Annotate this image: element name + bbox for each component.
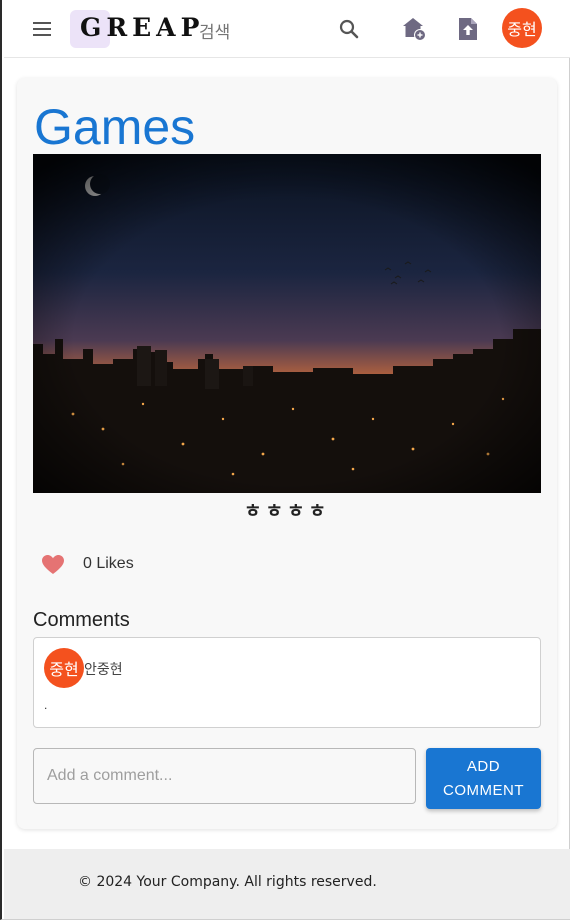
post-title: Games bbox=[34, 99, 196, 155]
footer-copyright: © 2024 Your Company. All rights reserved… bbox=[78, 874, 377, 890]
user-avatar[interactable]: 중현 bbox=[502, 8, 542, 48]
file-upload-icon[interactable] bbox=[457, 16, 479, 47]
logo-text[interactable]: GREAP bbox=[80, 13, 204, 42]
search-label[interactable]: 검색 bbox=[199, 18, 230, 43]
app-window: GREAP 검색 중현 Games ㅎㅎㅎㅎ 0 Likes Comments … bbox=[0, 0, 570, 920]
comment-body: . bbox=[44, 698, 48, 712]
heart-icon[interactable] bbox=[41, 554, 65, 576]
app-bar: GREAP 검색 중현 bbox=[4, 0, 570, 58]
likes-count: 0 Likes bbox=[83, 555, 134, 572]
comment-item: 중현 안중현 . bbox=[33, 637, 541, 728]
add-comment-button[interactable]: ADD COMMENT bbox=[426, 748, 541, 809]
comment-avatar: 중현 bbox=[44, 648, 84, 688]
comment-author: 안중현 bbox=[84, 662, 123, 678]
post-caption: ㅎㅎㅎㅎ bbox=[244, 500, 330, 522]
comment-input[interactable] bbox=[33, 748, 416, 804]
home-add-icon[interactable] bbox=[401, 16, 427, 47]
menu-icon[interactable] bbox=[30, 18, 54, 40]
post-image bbox=[33, 154, 541, 493]
comments-heading: Comments bbox=[33, 609, 130, 631]
footer: © 2024 Your Company. All rights reserved… bbox=[4, 849, 570, 919]
post-card: Games ㅎㅎㅎㅎ 0 Likes Comments 중현 안중현 . Add… bbox=[17, 78, 557, 829]
search-icon[interactable] bbox=[338, 18, 360, 45]
